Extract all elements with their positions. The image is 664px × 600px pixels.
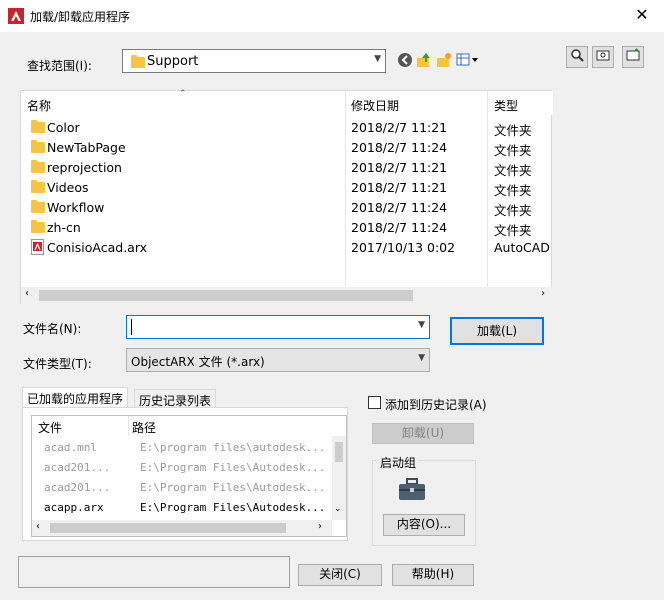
close-window-button[interactable]: ✕	[630, 4, 654, 28]
arx-file-icon	[31, 239, 44, 255]
tab-loaded-apps[interactable]: 已加载的应用程序	[22, 387, 129, 409]
loaded-path: E:\program files\autodesk...	[140, 441, 326, 454]
file-type: AutoCAD	[494, 240, 550, 255]
filetype-label: 文件类型(T):	[23, 357, 92, 371]
find-button[interactable]	[566, 46, 588, 68]
horizontal-scrollbar[interactable]: ‹ ›	[32, 520, 332, 536]
scroll-right-icon[interactable]: ›	[318, 521, 322, 532]
loaded-apps-list[interactable]: 文件 路径 acad.mnl E:\program files\autodesk…	[31, 415, 347, 537]
view-menu-icon[interactable]	[456, 53, 480, 67]
scroll-right-icon[interactable]: ›	[541, 288, 545, 299]
file-date: 2018/2/7 11:24	[351, 140, 448, 155]
loaded-path: E:\Program Files\Autodesk...	[140, 481, 326, 494]
file-date: 2018/2/7 11:21	[351, 120, 448, 135]
loaded-file: acad201...	[44, 481, 111, 494]
lookin-label: 查找范围(I):	[27, 59, 92, 73]
close-button[interactable]: 关闭(C)	[298, 564, 382, 586]
file-date: 2018/2/7 11:24	[351, 220, 448, 235]
file-name: Videos	[47, 180, 89, 195]
folder-icon	[31, 160, 45, 173]
file-name: reprojection	[47, 160, 122, 175]
lookin-dropdown[interactable]: Support ▼	[122, 49, 386, 73]
scrollbar-thumb[interactable]	[335, 442, 343, 462]
magnifier-icon	[571, 49, 584, 62]
chevron-down-icon: ▼	[418, 353, 425, 363]
filetype-dropdown[interactable]: ObjectARX 文件 (*.arx) ▼	[126, 348, 430, 372]
lookin-value: Support	[147, 54, 199, 69]
file-date: 2018/2/7 11:21	[351, 160, 448, 175]
column-file[interactable]: 文件	[38, 419, 62, 436]
back-icon[interactable]	[398, 53, 412, 67]
file-row[interactable]: reprojection 2018/2/7 11:21 文件夹	[21, 157, 553, 178]
loaded-file: acad.mnl	[44, 441, 97, 454]
filename-label: 文件名(N):	[23, 322, 82, 336]
window-title: 加载/卸载应用程序	[30, 10, 131, 24]
column-date[interactable]: 修改日期	[351, 97, 399, 114]
contents-button[interactable]: 内容(O)...	[383, 514, 465, 536]
file-name: Color	[47, 120, 80, 135]
help-button[interactable]: 帮助(H)	[392, 564, 474, 586]
scroll-left-icon[interactable]: ‹	[25, 288, 29, 299]
file-row[interactable]: Workflow 2018/2/7 11:24 文件夹	[21, 197, 553, 218]
folder-search-icon	[596, 50, 610, 61]
horizontal-scrollbar[interactable]: ‹ ›	[21, 287, 553, 304]
column-divider	[128, 416, 129, 436]
column-type[interactable]: 类型	[494, 97, 518, 114]
autocad-logo-icon	[8, 8, 24, 24]
folder-icon	[31, 220, 45, 233]
file-row[interactable]: Videos 2018/2/7 11:21 文件夹	[21, 177, 553, 198]
filetype-value: ObjectARX 文件 (*.arx)	[131, 355, 265, 369]
scroll-down-icon[interactable]: ⌄	[334, 504, 342, 514]
scrollbar-thumb[interactable]	[50, 523, 286, 533]
file-list-view[interactable]: 名称 ⌃ 修改日期 类型 Color 2018/2/7 11:21 文件夹 Ne…	[20, 89, 553, 304]
add-folder-icon	[626, 48, 640, 61]
folder-icon	[31, 140, 45, 153]
folder-icon	[31, 200, 45, 213]
new-folder-icon[interactable]	[436, 52, 452, 68]
folder-icon	[31, 120, 45, 133]
file-name: NewTabPage	[47, 140, 126, 155]
folder-icon	[31, 180, 45, 193]
startup-group-label: 启动组	[378, 454, 419, 471]
file-row[interactable]: Color 2018/2/7 11:21 文件夹	[21, 117, 553, 138]
file-row[interactable]: zh-cn 2018/2/7 11:24 文件夹	[21, 217, 553, 238]
status-bar	[18, 556, 290, 588]
chevron-down-icon: ▼	[374, 54, 381, 64]
locate-button[interactable]	[592, 46, 614, 68]
loaded-file: acapp.arx	[44, 501, 104, 514]
vertical-scrollbar[interactable]: ⌄	[332, 436, 346, 520]
folder-icon	[131, 55, 145, 68]
file-row[interactable]: NewTabPage 2018/2/7 11:24 文件夹	[21, 137, 553, 158]
scrollbar-thumb[interactable]	[39, 290, 413, 301]
loaded-path: E:\Program Files\Autodesk...	[140, 501, 326, 514]
file-name: zh-cn	[47, 220, 81, 235]
add-favorite-button[interactable]	[622, 46, 644, 68]
chevron-down-icon: ▼	[418, 320, 425, 330]
loaded-apps-panel: 文件 路径 acad.mnl E:\program files\autodesk…	[22, 407, 348, 541]
briefcase-icon	[398, 477, 426, 501]
file-date: 2018/2/7 11:24	[351, 200, 448, 215]
unload-button[interactable]: 卸载(U)	[372, 423, 474, 444]
up-folder-icon[interactable]	[416, 52, 432, 68]
history-checkbox-label[interactable]: 添加到历史记录(A)	[385, 396, 487, 413]
file-date: 2017/10/13 0:02	[351, 240, 456, 255]
scroll-left-icon[interactable]: ‹	[36, 521, 40, 532]
sort-ascending-icon: ⌃	[179, 89, 187, 99]
history-checkbox[interactable]	[368, 396, 381, 409]
filename-input[interactable]: ▼	[126, 315, 430, 339]
load-button[interactable]: 加载(L)	[450, 317, 544, 345]
text-cursor	[131, 319, 132, 335]
file-list-header: 名称 ⌃ 修改日期 类型	[21, 89, 553, 115]
loaded-path: E:\Program Files\Autodesk...	[140, 461, 326, 474]
loaded-file: acad201...	[44, 461, 111, 474]
tab-history-list[interactable]: 历史记录列表	[134, 389, 217, 409]
column-path[interactable]: 路径	[132, 419, 156, 436]
file-name: Workflow	[47, 200, 105, 215]
file-name: ConisioAcad.arx	[47, 240, 148, 255]
file-date: 2018/2/7 11:21	[351, 180, 448, 195]
file-row[interactable]: ConisioAcad.arx 2017/10/13 0:02 AutoCAD	[21, 237, 553, 257]
column-name[interactable]: 名称	[27, 97, 51, 114]
